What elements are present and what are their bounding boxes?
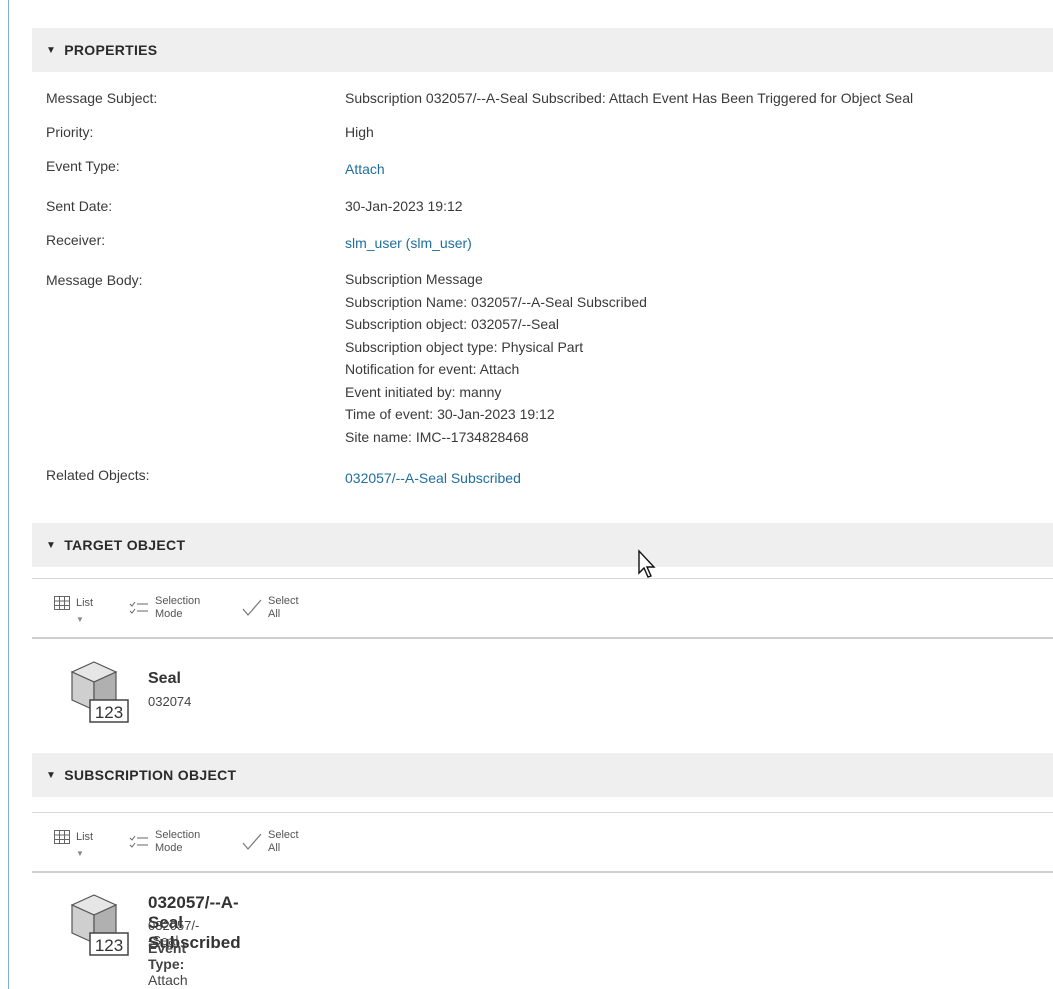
message-body-line: Time of event: 30-Jan-2023 19:12 — [345, 406, 555, 422]
mode-line: Mode — [155, 608, 183, 620]
event-type-line: Event Type: Attach — [148, 940, 188, 988]
chevron-down-icon[interactable]: ▼ — [76, 615, 84, 624]
message-subject-label: Message Subject: — [46, 90, 158, 106]
object-id: 032074 — [148, 694, 192, 709]
properties-section-header[interactable]: ▼ PROPERTIES — [32, 28, 1053, 72]
section-title: TARGET OBJECT — [64, 537, 186, 553]
list-label: List — [76, 830, 94, 843]
select-all-button[interactable]: Select All — [242, 595, 299, 621]
list-label: List — [76, 596, 94, 609]
checkmark-icon — [242, 833, 262, 850]
selection-mode-label: Selection Mode — [155, 595, 200, 621]
triangle-down-icon: ▼ — [46, 44, 57, 56]
target-object-toolbar: List ▼ Selection Mode Select All — [32, 578, 1053, 639]
grid-list-icon — [54, 830, 70, 844]
all-line: All — [268, 608, 281, 620]
select-line: Select — [268, 829, 299, 841]
priority-value: High — [345, 124, 374, 140]
selection-mode-button[interactable]: Selection Mode — [129, 829, 200, 855]
object-title: Seal — [148, 670, 181, 687]
triangle-down-icon: ▼ — [46, 769, 57, 781]
subscription-object-section-header[interactable]: ▼ SUBSCRIPTION OBJECT — [32, 753, 1053, 797]
event-type-link[interactable]: Attach — [345, 161, 385, 177]
selection-mode-icon — [129, 601, 148, 614]
mode-line: Mode — [155, 842, 183, 854]
message-body-line: Notification for event: Attach — [345, 361, 520, 377]
subscription-object-toolbar: List ▼ Selection Mode Select All — [32, 812, 1053, 873]
message-body-line: Event initiated by: manny — [345, 383, 502, 400]
select-all-label: Select All — [268, 595, 299, 621]
selection-mode-icon — [129, 835, 148, 848]
receiver-label: Receiver: — [46, 232, 106, 248]
message-subject-value: Subscription 032057/--A-Seal Subscribed:… — [345, 90, 914, 106]
mouse-cursor-icon — [638, 549, 656, 578]
section-title: PROPERTIES — [64, 42, 158, 58]
message-body-line: Subscription object type: Physical Part — [345, 338, 584, 355]
list-view-button[interactable]: List — [54, 596, 93, 610]
section-title: SUBSCRIPTION OBJECT — [64, 767, 237, 783]
selection-mode-button[interactable]: Selection Mode — [129, 595, 200, 621]
select-line: Select — [268, 595, 299, 607]
all-line: All — [268, 842, 281, 854]
message-body-line: Site name: IMC--1734828468 — [345, 428, 529, 445]
message-body-value: Subscription Message Subscription Name: … — [345, 268, 647, 448]
part-cube-icon: 123 — [70, 894, 129, 956]
event-type-value: Attach — [148, 972, 188, 988]
left-border — [8, 0, 9, 989]
list-view-button[interactable]: List — [54, 830, 93, 844]
priority-label: Priority: — [46, 124, 94, 140]
message-body-line: Subscription object: 032057/--Seal — [345, 316, 560, 332]
event-type-label: Event Type: — [46, 158, 120, 174]
svg-text:123: 123 — [95, 936, 123, 955]
sent-date-label: Sent Date: — [46, 198, 113, 214]
message-body-label: Message Body: — [46, 272, 143, 288]
sent-date-value: 30-Jan-2023 19:12 — [345, 198, 463, 214]
selection-line: Selection — [155, 829, 201, 841]
checkmark-icon — [242, 599, 262, 616]
triangle-down-icon: ▼ — [46, 539, 57, 551]
svg-text:123: 123 — [95, 703, 123, 722]
target-object-section-header[interactable]: ▼ TARGET OBJECT — [32, 523, 1053, 567]
message-body-line: Subscription Name: 032057/--A-Seal Subsc… — [345, 293, 647, 310]
select-all-label: Select All — [268, 829, 299, 855]
receiver-link[interactable]: slm_user (slm_user) — [345, 235, 472, 251]
selection-line: Selection — [155, 595, 201, 607]
selection-mode-label: Selection Mode — [155, 829, 200, 855]
related-objects-label: Related Objects: — [46, 467, 150, 483]
chevron-down-icon[interactable]: ▼ — [76, 849, 84, 858]
event-type-label: Event Type: — [148, 940, 187, 972]
part-cube-icon: 123 — [70, 661, 129, 723]
grid-list-icon — [54, 596, 70, 610]
select-all-button[interactable]: Select All — [242, 829, 299, 855]
message-body-line: Subscription Message — [345, 271, 483, 287]
related-object-link[interactable]: 032057/--A-Seal Subscribed — [345, 470, 521, 486]
